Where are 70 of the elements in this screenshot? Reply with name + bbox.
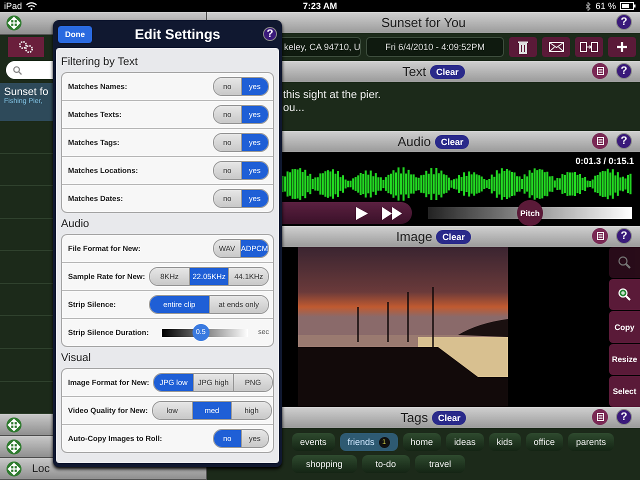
help-button[interactable]: ? — [616, 409, 632, 425]
notes-button[interactable] — [592, 409, 608, 425]
tag-chip[interactable]: office — [526, 433, 563, 451]
tag-chip[interactable]: shopping — [292, 455, 357, 473]
clear-button[interactable]: Clear — [432, 410, 466, 424]
search-icon — [13, 66, 22, 74]
pitch-slider[interactable]: Pitch — [428, 200, 632, 226]
section-title: Tags — [400, 410, 428, 425]
clock-time: 7:23 AM — [302, 1, 338, 11]
envelope-icon — [548, 42, 564, 52]
notes-button[interactable] — [592, 228, 608, 244]
notes-button[interactable] — [592, 133, 608, 149]
help-button[interactable]: ? — [616, 14, 632, 30]
tag-chip[interactable]: travel — [415, 455, 466, 473]
tag-chip[interactable]: parents — [568, 433, 614, 451]
notes-button[interactable] — [592, 63, 608, 79]
date-field[interactable]: Fri 6/4/2010 - 4:09:52PM — [366, 37, 504, 57]
battery-percent: 61 % — [595, 1, 616, 11]
add-button[interactable] — [608, 37, 636, 57]
help-button[interactable]: ? — [616, 133, 632, 149]
mail-button[interactable] — [542, 37, 570, 57]
device-name: iPad — [4, 1, 22, 11]
zoom-out-icon — [618, 256, 631, 270]
note-text-line: ou... — [283, 102, 306, 114]
bluetooth-icon — [586, 2, 592, 10]
image-tool-button[interactable]: Resize — [609, 344, 640, 375]
panel-title: Loc — [32, 462, 50, 474]
plus-icon — [617, 42, 627, 52]
note-title: Sunset fo — [4, 86, 48, 98]
note-title: Sunset for You — [381, 15, 466, 30]
list-icon — [596, 137, 604, 145]
copy-pages-icon — [580, 41, 598, 53]
zoom-in-button[interactable] — [609, 279, 640, 310]
location-field[interactable]: keley, CA 94710, U — [279, 37, 361, 57]
image-tool-button[interactable]: Copy — [609, 311, 640, 343]
note-text-line: this sight at the pier. — [283, 89, 382, 101]
list-icon — [596, 413, 604, 421]
help-button[interactable]: ? — [263, 27, 277, 41]
section-title: Image — [396, 229, 432, 244]
clear-button[interactable]: Clear — [436, 230, 471, 244]
tag-chip[interactable]: events — [292, 433, 335, 451]
done-button[interactable]: Done — [58, 26, 92, 42]
pitch-thumb[interactable]: Pitch — [517, 200, 543, 226]
wifi-icon — [26, 2, 38, 10]
image-tool-button[interactable]: Select — [609, 376, 640, 408]
trash-icon — [518, 40, 528, 54]
fast-forward-icon[interactable] — [382, 206, 402, 220]
tag-chip[interactable]: to-do — [362, 455, 410, 473]
section-heading: Visual — [61, 352, 92, 364]
list-icon — [596, 232, 604, 240]
help-button[interactable]: ? — [616, 63, 632, 79]
playback-time: 0:01.3 / 0:15.1 — [575, 156, 634, 166]
trash-button[interactable] — [509, 37, 537, 57]
clear-button[interactable]: Clear — [430, 64, 465, 78]
section-title: Text — [402, 64, 426, 79]
section-heading: Filtering by Text — [61, 56, 139, 68]
battery-icon — [620, 2, 636, 10]
settings-tab[interactable] — [8, 37, 44, 57]
play-icon[interactable] — [356, 206, 368, 220]
section-heading: Audio — [61, 218, 90, 230]
clear-button[interactable]: Clear — [434, 134, 470, 148]
help-button[interactable]: ? — [616, 228, 632, 244]
tag-chip[interactable]: home — [402, 433, 442, 451]
tag-chip[interactable]: kids — [488, 433, 521, 451]
section-title: Audio — [398, 134, 431, 149]
list-icon — [596, 67, 604, 75]
popover-title: Edit Settings — [134, 26, 220, 42]
tag-chip[interactable]: ideas — [446, 433, 484, 451]
zoom-in-icon — [618, 288, 631, 302]
duplicate-button[interactable] — [575, 37, 603, 57]
